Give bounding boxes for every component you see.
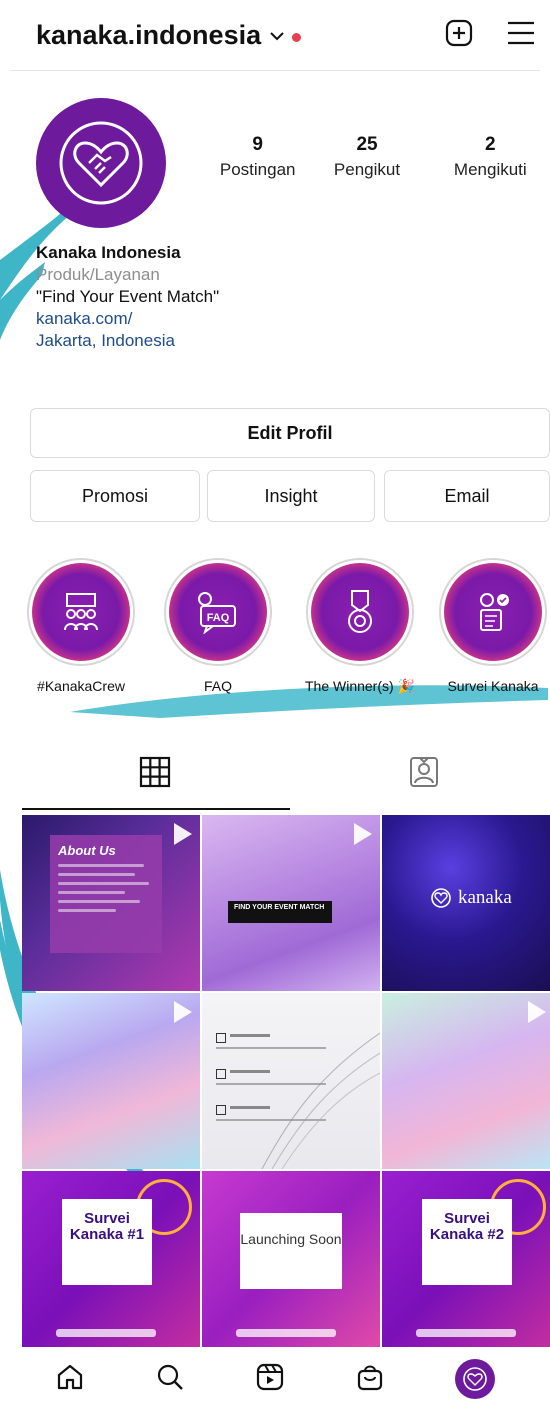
menu-icon[interactable] <box>506 20 536 51</box>
highlight-cover <box>444 563 542 661</box>
highlight-ring: FAQ <box>164 558 272 666</box>
medal-icon <box>348 590 372 633</box>
profile-header: kanaka.indonesia <box>0 0 550 70</box>
post-thumbnail[interactable] <box>202 993 380 1169</box>
home-icon[interactable] <box>55 1362 85 1397</box>
highlight-kanakacrew[interactable]: #KanakaCrew <box>26 558 136 694</box>
post-thumbnail[interactable]: About Us <box>22 815 200 991</box>
post-caption-bar <box>416 1329 516 1337</box>
website-link[interactable]: kanaka.com/ <box>36 308 219 330</box>
highlight-cover <box>311 563 409 661</box>
chevron-down-icon[interactable] <box>269 29 285 47</box>
highlight-cover: FAQ <box>169 563 267 661</box>
shop-icon[interactable] <box>355 1362 385 1397</box>
post-caption-bar <box>56 1329 156 1337</box>
post-thumbnail[interactable]: kanaka <box>382 815 550 991</box>
reel-icon <box>354 823 372 845</box>
profile-bio: Kanaka Indonesia Produk/Layanan "Find Yo… <box>36 242 219 352</box>
reel-icon <box>174 1001 192 1023</box>
highlight-cover <box>32 563 130 661</box>
highlight-survei[interactable]: Survei Kanaka <box>438 558 548 694</box>
post-caption-bar <box>236 1329 336 1337</box>
reel-icon <box>528 1001 546 1023</box>
post-title: About Us <box>58 843 116 858</box>
post-title: Launching Soon <box>240 1231 342 1247</box>
post-thumbnail[interactable]: Survei Kanaka #1 <box>22 1171 200 1347</box>
highlight-faq[interactable]: FAQ FAQ <box>163 558 273 694</box>
tagged-icon <box>410 757 438 787</box>
highlight-label: #KanakaCrew <box>37 678 125 694</box>
reels-icon[interactable] <box>255 1362 285 1397</box>
active-tab-indicator <box>22 808 290 810</box>
notification-dot <box>292 33 302 42</box>
stat-followers[interactable]: 25 Pengikut <box>311 134 422 180</box>
post-poster: Survei Kanaka #2 <box>422 1199 512 1285</box>
highlight-ring <box>306 558 414 666</box>
post-thumbnail[interactable] <box>382 993 550 1169</box>
display-name: Kanaka Indonesia <box>36 243 181 262</box>
profile-avatar[interactable] <box>36 98 166 228</box>
stat-following[interactable]: 2 Mengikuti <box>441 134 540 180</box>
bio-tagline: "Find Your Event Match" <box>36 287 220 306</box>
highlight-label: The Winner(s) 🎉 <box>304 678 415 694</box>
post-poster: Survei Kanaka #1 <box>62 1199 152 1285</box>
post-thumbnail[interactable]: Launching Soon <box>202 1171 380 1347</box>
brand-logo-icon <box>431 888 451 908</box>
insights-button[interactable]: Insight <box>207 470 375 522</box>
tab-tagged[interactable] <box>407 755 441 794</box>
stat-posts[interactable]: 9 Postingan <box>210 134 305 180</box>
highlight-winners[interactable]: The Winner(s) 🎉 <box>304 558 416 695</box>
header-actions <box>444 18 536 53</box>
tab-posts-grid[interactable] <box>138 755 172 794</box>
location-link[interactable]: Jakarta, Indonesia <box>36 330 219 352</box>
wave-decoration <box>261 1032 380 1169</box>
edit-profile-button[interactable]: Edit Profil <box>30 408 550 458</box>
stat-following-label: Mengikuti <box>453 160 527 179</box>
highlight-label: FAQ <box>203 678 232 694</box>
highlight-ring <box>439 558 547 666</box>
post-title: Survei Kanaka #2 <box>429 1210 505 1243</box>
stat-posts-label: Postingan <box>219 160 296 179</box>
reel-icon <box>174 823 192 845</box>
post-thumbnail[interactable]: FIND YOUR EVENT MATCH <box>202 815 380 991</box>
svg-text:FAQ: FAQ <box>207 612 230 624</box>
promotion-button[interactable]: Promosi <box>30 470 200 522</box>
new-post-icon[interactable] <box>444 18 474 53</box>
stat-following-count: 2 <box>485 134 496 155</box>
profile-stats: 9 Postingan 25 Pengikut 2 Mengikuti <box>210 134 540 180</box>
stat-followers-count: 25 <box>356 134 378 155</box>
bottom-navigation <box>0 1350 550 1408</box>
highlight-ring <box>27 558 135 666</box>
grid-icon <box>139 756 171 788</box>
post-poster: Launching Soon <box>240 1213 342 1289</box>
email-button[interactable]: Email <box>384 470 550 522</box>
username-title[interactable]: kanaka.indonesia <box>36 20 261 51</box>
profile-avatar[interactable] <box>455 1359 495 1399</box>
faq-icon: FAQ <box>198 592 236 634</box>
post-card: About Us <box>50 835 162 953</box>
post-brand-text: kanaka <box>458 887 512 908</box>
highlight-label: Survei Kanaka <box>447 678 539 694</box>
header-divider <box>10 70 540 71</box>
crew-icon <box>64 593 98 631</box>
handshake-heart-icon <box>59 121 143 205</box>
post-thumbnail[interactable]: Survei Kanaka #2 <box>382 1171 550 1347</box>
post-thumbnail[interactable] <box>22 993 200 1169</box>
stat-followers-label: Pengikut <box>333 160 401 179</box>
post-title: Survei Kanaka #1 <box>69 1210 145 1243</box>
category-label: Produk/Layanan <box>36 265 160 284</box>
post-title: FIND YOUR EVENT MATCH <box>228 901 332 923</box>
search-icon[interactable] <box>155 1362 185 1397</box>
stat-posts-count: 9 <box>252 134 263 155</box>
post-brand: kanaka <box>430 887 512 909</box>
survey-icon <box>480 593 509 631</box>
posts-grid: About Us FIND YOUR EVENT MATCH kanaka Su… <box>22 815 550 1347</box>
